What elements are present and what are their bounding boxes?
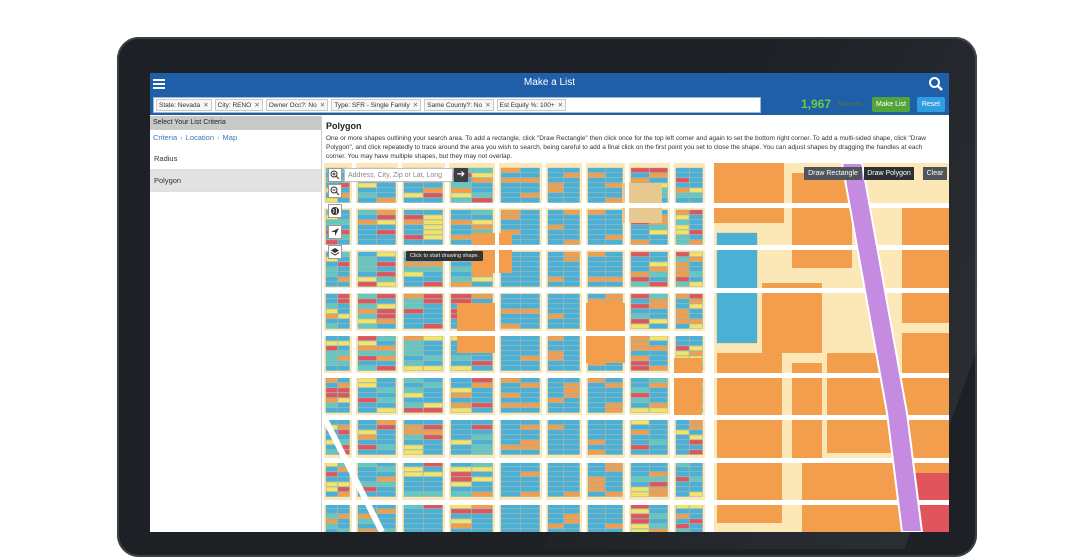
- filter-chip-label: Est Equity %: 100+: [499, 102, 555, 109]
- globe-icon[interactable]: [328, 204, 342, 218]
- filter-chip-label: Owner Occ?: No: [268, 102, 317, 109]
- draw-rectangle-button[interactable]: Draw Rectangle: [804, 167, 862, 180]
- filter-chip[interactable]: Type: SFR - Single Family ✕: [331, 99, 422, 111]
- records-count: 1,967: [801, 97, 832, 111]
- filter-chip-label: State: Nevada: [159, 102, 201, 109]
- layers-icon[interactable]: [328, 245, 342, 259]
- remove-filter-icon[interactable]: ✕: [485, 102, 490, 109]
- remove-filter-icon[interactable]: ✕: [320, 102, 325, 109]
- app-screen: Make a List State: Nevada ✕ City: RENO ✕ O…: [150, 73, 949, 532]
- top-bar: Make a List: [150, 73, 949, 95]
- breadcrumb-map[interactable]: Map: [223, 133, 238, 142]
- remove-filter-icon[interactable]: ✕: [203, 102, 208, 109]
- criteria-sidebar: Select Your List Criteria Criteria › Locat…: [150, 116, 322, 532]
- records-label: Records: [838, 101, 863, 108]
- search-icon[interactable]: [928, 76, 944, 92]
- sidebar-item-polygon[interactable]: Polygon: [150, 170, 321, 192]
- remove-filter-icon[interactable]: ✕: [558, 102, 563, 109]
- filter-bar: State: Nevada ✕ City: RENO ✕ Owner Occ?: N…: [150, 95, 949, 115]
- map-parcels[interactable]: [322, 163, 949, 532]
- filter-chip-label: Type: SFR - Single Family: [334, 102, 410, 109]
- page-title: Polygon: [326, 121, 362, 131]
- locate-arrow-icon[interactable]: [328, 225, 342, 239]
- filter-chip-label: Same County?: No: [427, 102, 483, 109]
- remove-filter-icon[interactable]: ✕: [413, 102, 418, 109]
- filter-chip-label: City: RENO: [217, 102, 252, 109]
- sidebar-header: Select Your List Criteria: [150, 116, 321, 130]
- draw-tooltip: Click to start drawing shape.: [406, 251, 484, 261]
- polygon-description: One or more shapes outlining your search…: [326, 135, 926, 161]
- zoom-in-icon[interactable]: [328, 168, 342, 182]
- zoom-out-icon[interactable]: [328, 184, 342, 198]
- filter-chip[interactable]: City: RENO ✕: [214, 99, 263, 111]
- filter-chip[interactable]: Owner Occ?: No ✕: [265, 99, 329, 111]
- breadcrumb: Criteria › Location › Map: [150, 130, 321, 148]
- breadcrumb-separator-icon: ›: [217, 133, 220, 142]
- filter-chip[interactable]: State: Nevada ✕: [156, 99, 212, 111]
- filter-chips: State: Nevada ✕ City: RENO ✕ Owner Occ?: N…: [153, 97, 761, 113]
- filter-chip[interactable]: Same County?: No ✕: [424, 99, 494, 111]
- map-search-input[interactable]: Address, City, Zip or Lat, Long: [344, 168, 453, 182]
- draw-polygon-button[interactable]: Draw Polygon: [864, 167, 914, 180]
- polygon-panel: Polygon One or more shapes outlining you…: [322, 116, 949, 532]
- remove-filter-icon[interactable]: ✕: [254, 102, 259, 109]
- clear-button[interactable]: Clear: [923, 167, 947, 180]
- app-title: Make a List: [523, 77, 576, 88]
- search-go-arrow-icon[interactable]: ➔: [454, 168, 468, 182]
- breadcrumb-separator-icon: ›: [180, 133, 183, 142]
- map-canvas[interactable]: Address, City, Zip or Lat, Long ➔ Click …: [322, 163, 949, 532]
- make-list-button[interactable]: Make List: [872, 97, 910, 112]
- reset-button[interactable]: Reset: [917, 97, 945, 112]
- breadcrumb-criteria[interactable]: Criteria: [153, 133, 177, 142]
- breadcrumb-location[interactable]: Location: [186, 133, 214, 142]
- filter-chip[interactable]: Est Equity %: 100+ ✕: [496, 99, 567, 111]
- sidebar-item-radius[interactable]: Radius: [150, 148, 321, 170]
